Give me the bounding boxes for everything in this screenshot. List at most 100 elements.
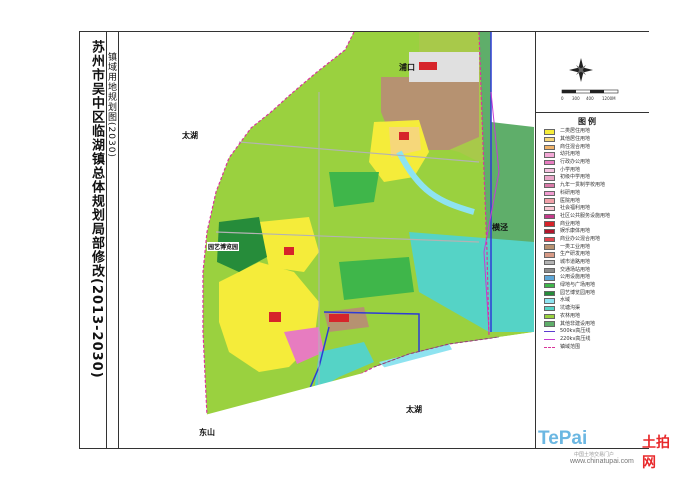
legend-label: 城市道路用地 (560, 259, 591, 266)
legend-swatch (544, 346, 555, 348)
legend-item: 商住混合用地 (544, 143, 648, 151)
legend-label: 社会福利用地 (560, 205, 591, 212)
legend-swatch (544, 221, 555, 227)
legend-item: 医院用地 (544, 197, 648, 205)
legend-label: 生产研发用地 (560, 251, 591, 258)
title-column: 苏州市吴中区临湖镇总体规划局部修改(2013-2030) (80, 32, 107, 448)
legend-item: 娱乐康体用地 (544, 228, 648, 236)
legend-swatch (544, 267, 555, 273)
legend-label: 其他居住用地 (560, 136, 591, 143)
legend-item: 公用设施用地 (544, 274, 648, 282)
legend-swatch (544, 167, 555, 173)
legend-item: 幼托用地 (544, 151, 648, 159)
legend-label: 小学用地 (560, 166, 581, 173)
watermark-site-name: 土拍网 (642, 435, 670, 471)
legend-label: 一类工业用地 (560, 243, 591, 250)
scale-label-1: 300 (572, 96, 580, 101)
town-label-hengjing: 横泾 (492, 223, 508, 232)
legend-item: 园艺博览园用地 (544, 289, 648, 297)
legend-swatch (544, 152, 555, 158)
legend-swatch (544, 175, 555, 181)
legend-label: 交通场站用地 (560, 266, 591, 273)
scale-box: 0 300 400 1200M (536, 32, 649, 113)
legend-label: 公用设施用地 (560, 274, 591, 281)
legend-label: 坑塘沟渠 (560, 305, 581, 312)
land-use-map[interactable]: 太湖 太湖 浦口 横泾 东山 园艺博览园 (119, 32, 534, 448)
legend-swatch (544, 190, 555, 197)
scale-label-0: 0 (561, 96, 564, 101)
legend-item: 社区公共服务设施用地 (544, 213, 648, 221)
legend-label: 农林用地 (560, 312, 581, 319)
legend-swatch (544, 206, 555, 212)
legend-label: 500kv高压线 (560, 328, 591, 335)
legend-item: 商业用地 (544, 220, 648, 228)
legend-item: 一类工业用地 (544, 243, 648, 251)
north-arrow-icon (569, 58, 593, 82)
map-canvas (119, 32, 534, 448)
legend-item: 水域 (544, 297, 648, 305)
legend-item: 220kv高压线 (544, 336, 648, 344)
legend-swatch (544, 129, 555, 135)
legend-label: 初级中学用地 (560, 174, 591, 181)
legend-swatch (544, 282, 555, 289)
legend-swatch (544, 244, 555, 250)
legend-item: 500kv高压线 (544, 328, 648, 336)
legend-item: 其他非建设用地 (544, 320, 648, 328)
town-label-dongshan: 东山 (199, 428, 215, 437)
legend-label: 商业用地 (560, 220, 581, 227)
legend-label: 娱乐康体用地 (560, 228, 591, 235)
legend-label: 社区公共服务设施用地 (560, 212, 611, 219)
legend-label: 园艺博览园用地 (560, 289, 596, 296)
legend-item: 小学用地 (544, 166, 648, 174)
map-subtitle: 镇域用地规划图(2030) (106, 52, 116, 158)
legend-label: 幼托用地 (560, 151, 581, 158)
legend-item: 城市道路用地 (544, 259, 648, 267)
legend-swatch (544, 321, 555, 327)
legend-label: 九年一贯制学校用地 (560, 182, 606, 189)
legend-swatch (544, 159, 555, 166)
legend-item: 农林用地 (544, 313, 648, 321)
legend-item: 二类居住用地 (544, 128, 648, 136)
legend-swatch (544, 313, 555, 320)
watermark-logo-a: TePai (538, 428, 588, 449)
legend-swatch (544, 229, 555, 235)
legend-item: 其他居住用地 (544, 136, 648, 144)
lake-label-south: 太湖 (406, 405, 422, 414)
legend-item: 绿地与广场用地 (544, 282, 648, 290)
scale-label-3: 1200M (602, 96, 616, 101)
legend-item: 镇域范围 (544, 343, 648, 351)
watermark: TePai 土拍网 中国土地交易门户 www.chinatupai.com (538, 428, 678, 478)
legend-swatch (544, 198, 555, 204)
legend-swatch (544, 338, 555, 340)
watermark-url: www.chinatupai.com (570, 458, 634, 465)
legend-item: 生产研发用地 (544, 251, 648, 259)
legend-swatch (544, 290, 555, 296)
watermark-logo: TePai (538, 428, 587, 450)
legend-item: 九年一贯制学校用地 (544, 182, 648, 190)
scale-label-2: 400 (586, 96, 594, 101)
watermark-subtitle: 中国土地交易门户 (574, 452, 615, 458)
legend-label: 220kv高压线 (560, 335, 591, 342)
map-title: 苏州市吴中区临湖镇总体规划局部修改(2013-2030) (89, 40, 104, 379)
legend-swatch (544, 331, 555, 333)
legend-label: 商业办公混合用地 (560, 235, 601, 242)
legend-swatch (544, 252, 555, 258)
legend-label: 商住混合用地 (560, 143, 591, 150)
legend-swatch (544, 236, 555, 243)
legend-list: 二类居住用地 其他居住用地 商住混合用地 幼托用地 行政办公用地 小学用地 初级中学用地 九年… (544, 128, 648, 351)
town-label-pukou: 浦口 (399, 63, 415, 72)
legend-swatch (544, 275, 555, 281)
legend-label: 行政办公用地 (560, 159, 591, 166)
legend-swatch (544, 136, 555, 143)
legend-label: 镇域范围 (560, 343, 581, 350)
legend-title: 图例 (578, 117, 598, 126)
legend-item: 行政办公用地 (544, 159, 648, 167)
legend-swatch (544, 298, 555, 304)
legend-swatch (544, 259, 555, 266)
legend-swatch (544, 144, 555, 150)
legend-label: 科研用地 (560, 189, 581, 196)
legend-panel: 0 300 400 1200M 图例 二类居住用地 其他居住用地 商住混合用地 幼托用… (535, 32, 649, 448)
park-label: 园艺博览园 (207, 242, 240, 251)
legend-label: 绿地与广场用地 (560, 282, 596, 289)
legend-swatch (544, 305, 555, 312)
